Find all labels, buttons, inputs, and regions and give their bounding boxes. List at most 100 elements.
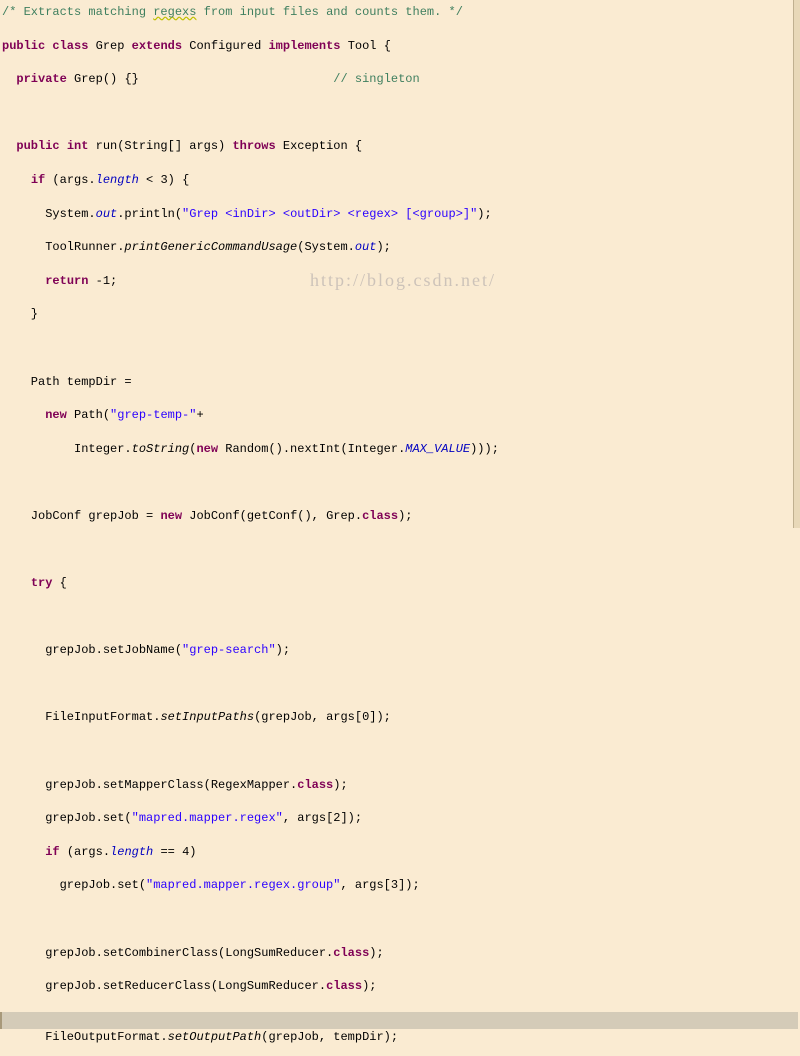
- code-token: )));: [470, 442, 499, 456]
- code-token: if: [31, 173, 45, 187]
- code-token: if: [45, 845, 59, 859]
- code-line[interactable]: return -1;: [2, 273, 798, 290]
- code-line[interactable]: grepJob.setReducerClass(LongSumReducer.c…: [2, 978, 798, 995]
- code-token: (args.: [60, 845, 110, 859]
- code-line[interactable]: [2, 911, 798, 928]
- code-token: (System.: [297, 240, 355, 254]
- code-line[interactable]: [2, 743, 798, 760]
- code-line[interactable]: private Grep() {} // singleton: [2, 71, 798, 88]
- code-token: Random().nextInt(Integer.: [218, 442, 405, 456]
- code-line[interactable]: public int run(String[] args) throws Exc…: [2, 138, 798, 155]
- code-token: , args[3]);: [340, 878, 419, 892]
- code-line[interactable]: grepJob.set("mapred.mapper.regex", args[…: [2, 810, 798, 827]
- code-line[interactable]: FileInputFormat.setInputPaths(grepJob, a…: [2, 709, 798, 726]
- code-line[interactable]: [2, 676, 798, 693]
- code-line[interactable]: [2, 105, 798, 122]
- code-token: setOutputPath: [168, 1030, 262, 1044]
- code-token: Grep: [88, 39, 131, 53]
- code-token: Configured: [182, 39, 268, 53]
- code-token: grepJob.setCombinerClass(LongSumReducer.: [2, 946, 333, 960]
- code-token: (grepJob, args[0]);: [254, 710, 391, 724]
- code-token: return: [45, 274, 88, 288]
- code-token: [2, 274, 45, 288]
- code-token: setInputPaths: [160, 710, 254, 724]
- code-line[interactable]: grepJob.setJobName("grep-search");: [2, 642, 798, 659]
- code-token: Path tempDir =: [2, 375, 132, 389]
- code-token: [2, 173, 31, 187]
- code-line[interactable]: try {: [2, 575, 798, 592]
- code-token: JobConf grepJob =: [2, 509, 160, 523]
- code-token: /* Extracts matching: [2, 5, 153, 19]
- code-line[interactable]: System.out.println("Grep <inDir> <outDir…: [2, 206, 798, 223]
- code-token: length: [110, 845, 153, 859]
- code-token: toString: [132, 442, 190, 456]
- code-line[interactable]: grepJob.set("mapred.mapper.regex.group",…: [2, 877, 798, 894]
- code-token: [2, 72, 16, 86]
- code-line[interactable]: [0, 1012, 798, 1029]
- code-token: out: [355, 240, 377, 254]
- code-line[interactable]: public class Grep extends Configured imp…: [2, 38, 798, 55]
- code-token: public class: [2, 39, 88, 53]
- code-token: );: [369, 946, 383, 960]
- code-token: class: [362, 509, 398, 523]
- code-token: System.: [2, 207, 96, 221]
- code-token: "grep-temp-": [110, 408, 196, 422]
- code-token: implements: [268, 39, 340, 53]
- code-token: grepJob.setJobName(: [2, 643, 182, 657]
- code-token: );: [477, 207, 491, 221]
- code-line[interactable]: FileOutputFormat.setOutputPath(grepJob, …: [2, 1029, 798, 1046]
- code-token: class: [297, 778, 333, 792]
- code-line[interactable]: }: [2, 306, 798, 323]
- code-token: (args.: [45, 173, 95, 187]
- code-editor[interactable]: /* Extracts matching regexs from input f…: [0, 0, 800, 1056]
- code-line[interactable]: Path tempDir =: [2, 374, 798, 391]
- code-token: [2, 139, 16, 153]
- code-token: "mapred.mapper.regex.group": [146, 878, 340, 892]
- code-line[interactable]: ToolRunner.printGenericCommandUsage(Syst…: [2, 239, 798, 256]
- code-token: grepJob.setReducerClass(LongSumReducer.: [2, 979, 326, 993]
- code-token: +: [196, 408, 203, 422]
- code-token: Grep() {}: [67, 72, 333, 86]
- code-token: class: [333, 946, 369, 960]
- code-token: throws: [232, 139, 275, 153]
- code-line[interactable]: if (args.length == 4): [2, 844, 798, 861]
- editor-right-margin: [793, 0, 800, 528]
- code-token: new: [196, 442, 218, 456]
- code-token: extends: [132, 39, 182, 53]
- code-line[interactable]: [2, 542, 798, 559]
- code-token: printGenericCommandUsage: [124, 240, 297, 254]
- code-token: }: [2, 307, 38, 321]
- code-line[interactable]: grepJob.setMapperClass(RegexMapper.class…: [2, 777, 798, 794]
- code-token: (grepJob, tempDir);: [261, 1030, 398, 1044]
- code-line[interactable]: if (args.length < 3) {: [2, 172, 798, 189]
- code-token: new: [160, 509, 182, 523]
- code-token: try: [31, 576, 53, 590]
- code-token: );: [333, 778, 347, 792]
- code-token: class: [326, 979, 362, 993]
- code-token: grepJob.set(: [2, 878, 146, 892]
- code-line[interactable]: grepJob.setCombinerClass(LongSumReducer.…: [2, 945, 798, 962]
- code-token: , args[2]);: [283, 811, 362, 825]
- code-token: grepJob.setMapperClass(RegexMapper.: [2, 778, 297, 792]
- code-token: .println(: [117, 207, 182, 221]
- code-line[interactable]: Integer.toString(new Random().nextInt(In…: [2, 441, 798, 458]
- code-token: );: [362, 979, 376, 993]
- code-line[interactable]: [2, 609, 798, 626]
- code-token: JobConf(getConf(), Grep.: [182, 509, 362, 523]
- code-token: out: [96, 207, 118, 221]
- code-token: -1;: [88, 274, 117, 288]
- code-token: MAX_VALUE: [405, 442, 470, 456]
- code-token: regexs: [153, 5, 196, 19]
- code-line[interactable]: /* Extracts matching regexs from input f…: [2, 4, 798, 21]
- code-token: [2, 845, 45, 859]
- code-token: {: [52, 576, 66, 590]
- code-token: FileOutputFormat.: [2, 1030, 168, 1044]
- code-token: Exception {: [276, 139, 362, 153]
- code-token: "Grep <inDir> <outDir> <regex> [<group>]…: [182, 207, 477, 221]
- code-line[interactable]: JobConf grepJob = new JobConf(getConf(),…: [2, 508, 798, 525]
- code-line[interactable]: new Path("grep-temp-"+: [2, 407, 798, 424]
- code-token: length: [96, 173, 139, 187]
- code-token: from input files and counts them. */: [196, 5, 462, 19]
- code-line[interactable]: [2, 340, 798, 357]
- code-line[interactable]: [2, 474, 798, 491]
